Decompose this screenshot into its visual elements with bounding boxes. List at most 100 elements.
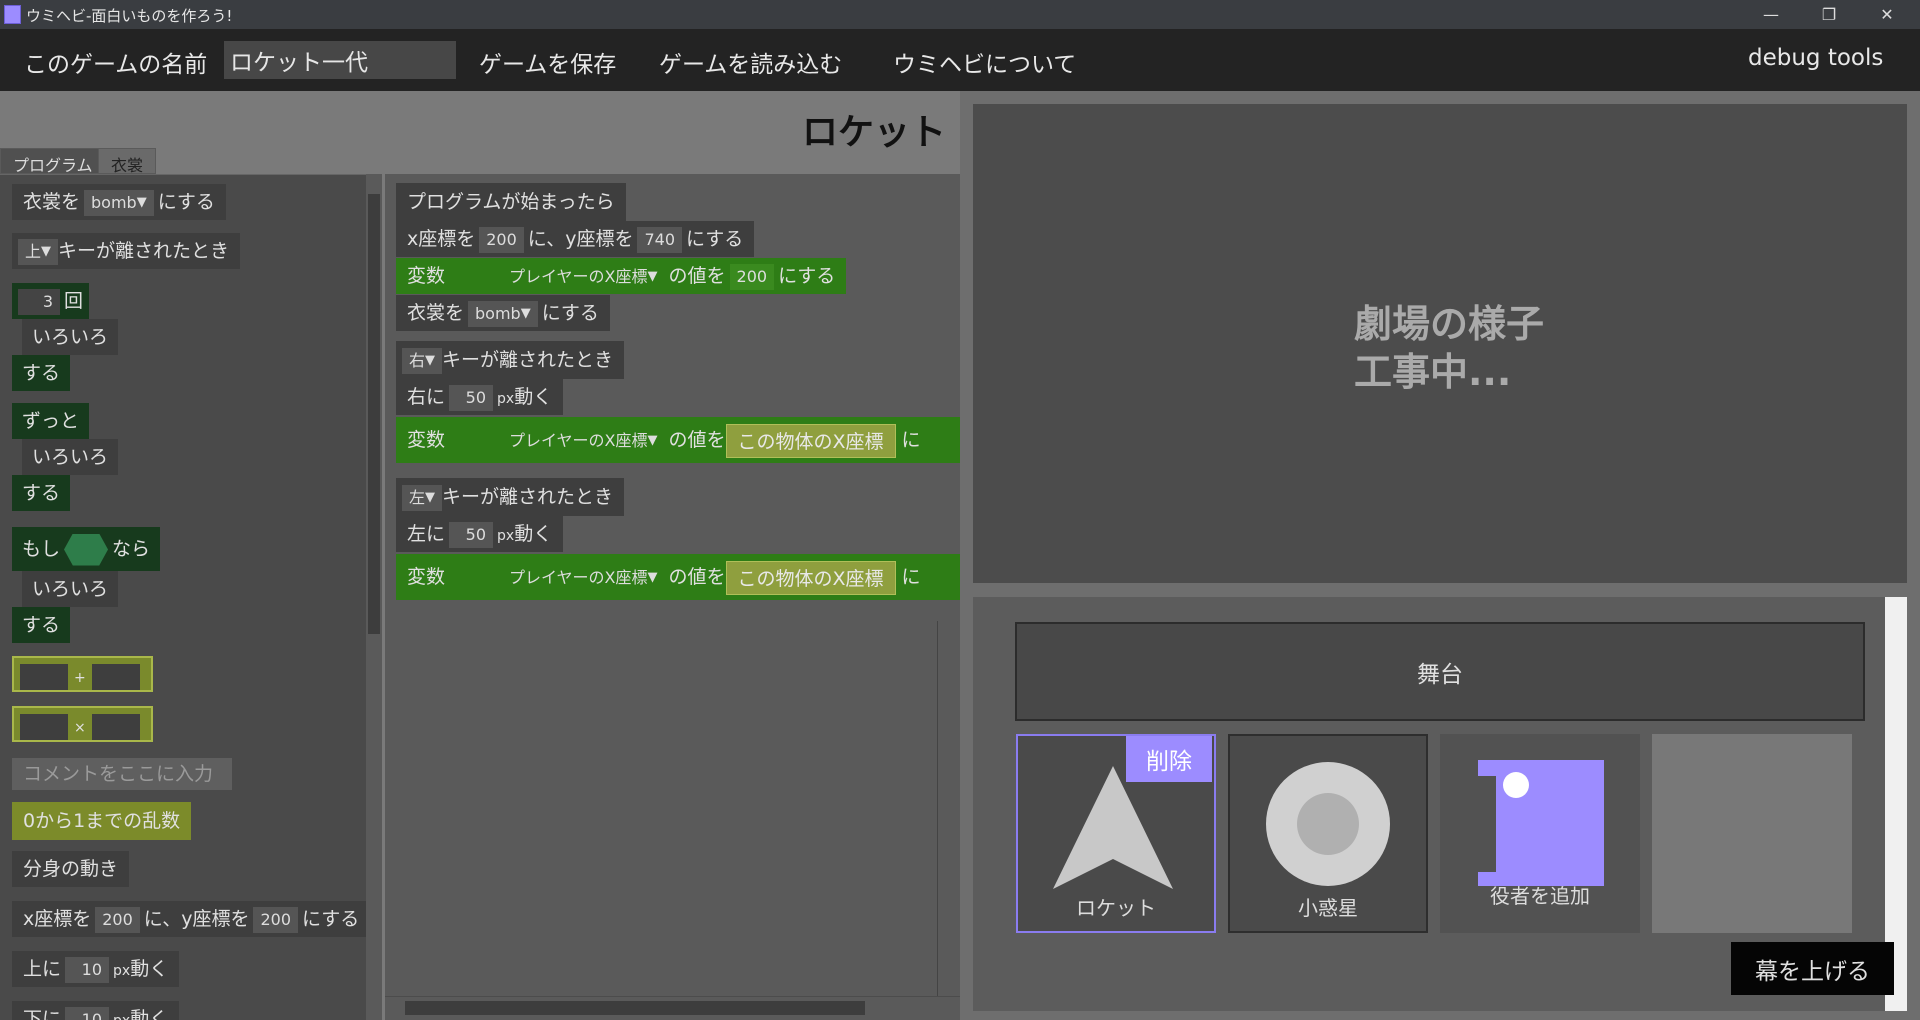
dropdown-arrow-icon: ▼ — [425, 352, 436, 368]
palette-move-down-block[interactable]: 下に10px動く — [12, 1001, 180, 1020]
palette-scroll-thumb[interactable] — [368, 194, 380, 634]
start-event-block[interactable]: プログラムが始まったら — [396, 183, 626, 221]
object-x-reporter[interactable]: この物体のX座標 — [725, 423, 896, 458]
left-key-event-block[interactable]: 左▼ キーが離されたとき — [396, 478, 625, 516]
dropdown-arrow-icon: ▼ — [41, 243, 52, 259]
x-input[interactable]: 200 — [95, 906, 140, 933]
costume-block[interactable]: 衣裳を bomb▼ にする — [396, 295, 610, 331]
game-name-input[interactable] — [224, 41, 456, 79]
block-text: にする — [686, 228, 744, 250]
key-dropdown[interactable]: 左▼ — [402, 484, 443, 511]
operand-right[interactable] — [91, 663, 140, 690]
palette-clone-motion-block[interactable]: 分身の動き — [12, 851, 130, 887]
palette-repeat-block[interactable]: 3回 — [12, 283, 90, 319]
set-variable-block[interactable]: 変数 プレイヤーのX座標▼ の値を 200 にする — [396, 258, 847, 294]
condition-slot[interactable] — [64, 533, 109, 566]
block-text: キーが離されたとき — [58, 240, 230, 262]
set-variable-block[interactable]: 変数 プレイヤーのX座標▼ の値を この物体のX座標に — [396, 554, 960, 600]
dropdown-arrow-icon: ▼ — [647, 569, 658, 585]
palette-body-block[interactable]: いろいろ — [22, 319, 119, 355]
block-palette: 衣裳を bomb▼ にする 上▼ キーが離されたとき 3回 いろいろ する ずっと い… — [0, 174, 366, 1020]
palette-forever-block[interactable]: ずっと — [12, 403, 90, 439]
palette-setxy-block[interactable]: x座標を 200 に、y座標を 200 にする — [12, 901, 366, 937]
block-text: 動く — [514, 386, 553, 408]
dropdown-arrow-icon: ▼ — [520, 305, 531, 321]
palette-times-block[interactable]: × — [12, 706, 153, 742]
block-text: にする — [778, 265, 836, 287]
placeholder-line: 劇場の様子 — [1354, 302, 1545, 346]
palette-body-block[interactable]: いろいろ — [22, 439, 119, 475]
block-text: に — [901, 566, 921, 588]
block-text: x座標を — [23, 908, 92, 930]
distance-input[interactable]: 10 — [65, 1006, 110, 1020]
block-text: 変数 — [407, 566, 446, 588]
script-workspace[interactable]: プログラムが始まったら x座標を 200 に、y座標を 740 にする 変数 プレイヤーの… — [385, 174, 960, 996]
distance-input[interactable]: 10 — [65, 956, 110, 983]
block-text: にする — [541, 302, 599, 324]
minimize-icon[interactable]: — — [1742, 0, 1800, 29]
palette-if-block[interactable]: もし なら — [12, 527, 161, 571]
block-text: に — [901, 429, 921, 451]
add-actor-label: 役者を追加 — [1490, 884, 1590, 908]
distance-input[interactable]: 50 — [449, 384, 494, 411]
y-input[interactable]: 200 — [253, 906, 299, 933]
add-actor-card[interactable]: 役者を追加 — [1440, 734, 1640, 933]
block-text: なら — [112, 538, 151, 560]
palette-comment-input[interactable]: コメントをここに入力 — [12, 758, 232, 790]
x-input[interactable]: 200 — [479, 226, 524, 253]
operand-left[interactable] — [20, 663, 68, 690]
costume-dropdown[interactable]: bomb▼ — [468, 300, 538, 327]
tab-costume[interactable]: 衣裳 — [98, 148, 157, 175]
window-titlebar: ウミヘビ-面白いものを作ろう! — ❐ ✕ — [0, 0, 1920, 29]
set-variable-block[interactable]: 変数 プレイヤーのX座標▼ の値を この物体のX座標に — [396, 417, 960, 463]
workspace-vertical-scrollbar[interactable] — [937, 621, 957, 996]
debug-tools-menu[interactable]: debug tools — [1748, 45, 1883, 71]
plus-symbol: + — [74, 670, 86, 686]
palette-random-block[interactable]: 0から1までの乱数 — [12, 802, 192, 840]
costume-dropdown[interactable]: bomb▼ — [84, 189, 154, 216]
delete-actor-button[interactable]: 削除 — [1126, 736, 1212, 782]
stage-placeholder-text: 劇場の様子 工事中... — [1354, 300, 1544, 396]
variable-dropdown[interactable]: プレイヤーのX座標▼ — [449, 427, 665, 454]
palette-body-block[interactable]: いろいろ — [22, 571, 119, 607]
block-text: 右に — [407, 386, 446, 408]
stage-button[interactable]: 舞台 — [1015, 622, 1865, 721]
key-dropdown[interactable]: 右▼ — [402, 347, 443, 374]
add-actor-icon — [1478, 760, 1604, 886]
raise-curtain-button[interactable]: 幕を上げる — [1731, 942, 1894, 995]
restore-icon[interactable]: ❐ — [1800, 0, 1858, 29]
object-x-reporter[interactable]: この物体のX座標 — [725, 560, 896, 595]
save-game-menu[interactable]: ゲームを保存 — [479, 45, 616, 79]
workspace-scroll-thumb[interactable] — [405, 1001, 865, 1015]
close-icon[interactable]: ✕ — [1858, 0, 1916, 29]
variable-dropdown[interactable]: プレイヤーのX座標▼ — [449, 263, 665, 290]
variable-dropdown[interactable]: プレイヤーのX座標▼ — [449, 564, 665, 591]
distance-input[interactable]: 50 — [449, 521, 494, 548]
program-editor: ロケット プログラム 衣裳 衣裳を bomb▼ にする 上▼ キーが離されたとき 3回… — [0, 91, 960, 1020]
dropdown-value: bomb — [475, 303, 521, 323]
move-left-block[interactable]: 左に 50 px動く — [396, 516, 564, 552]
block-text: に、y座標を — [527, 228, 634, 250]
block-text: にする — [302, 908, 360, 930]
palette-move-up-block[interactable]: 上に 10 px動く — [12, 951, 180, 987]
palette-plus-block[interactable]: + — [12, 656, 153, 692]
palette-key-released-block[interactable]: 上▼ キーが離されたとき — [12, 233, 241, 269]
unit-text: px — [113, 963, 131, 979]
repeat-count-input[interactable]: 3 — [18, 288, 60, 315]
tab-program[interactable]: プログラム — [0, 148, 106, 175]
block-text: 変数 — [407, 429, 446, 451]
actor-card-planet[interactable]: 小惑星 — [1228, 734, 1428, 933]
block-text: 左に — [407, 523, 446, 545]
block-text: キーが離されたとき — [442, 486, 614, 508]
value-input[interactable]: 200 — [729, 263, 775, 290]
operand-left[interactable] — [20, 713, 68, 740]
setxy-block[interactable]: x座標を 200 に、y座標を 740 にする — [396, 221, 755, 257]
right-key-event-block[interactable]: 右▼ キーが離されたとき — [396, 341, 625, 379]
load-game-menu[interactable]: ゲームを読み込む — [659, 45, 842, 79]
palette-costume-block[interactable]: 衣裳を bomb▼ にする — [12, 184, 226, 220]
key-dropdown[interactable]: 上▼ — [18, 238, 59, 265]
y-input[interactable]: 740 — [637, 226, 683, 253]
about-menu[interactable]: ウミヘビについて — [893, 45, 1076, 79]
operand-right[interactable] — [91, 713, 140, 740]
move-right-block[interactable]: 右に 50 px動く — [396, 379, 564, 415]
